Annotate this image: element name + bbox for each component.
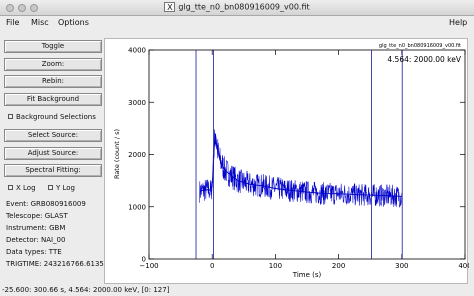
checkbox-icon	[8, 185, 13, 190]
toggle-button[interactable]: Toggle	[4, 40, 102, 53]
rebin-button[interactable]: Rebin:	[4, 75, 102, 88]
checkbox-icon	[48, 185, 53, 190]
trigtime-info: TRIGTIME: 243216766.61354	[6, 260, 109, 268]
telescope-info: Telescope: GLAST	[6, 212, 68, 220]
menu-misc[interactable]: Misc	[31, 18, 49, 27]
detector-info: Detector: NAI_00	[6, 236, 66, 244]
x-log-toggle[interactable]: X Log	[8, 183, 36, 193]
menu-options[interactable]: Options	[58, 18, 89, 27]
y-axis-label: Rate (count / s)	[113, 129, 121, 179]
x-tick-label: 200	[332, 262, 345, 270]
fit-background-button[interactable]: Fit Background	[4, 93, 102, 106]
light-curve-chart[interactable]: 01000200030004000 −1000100200300400 glg_…	[105, 39, 472, 285]
x-tick-label: 100	[269, 262, 282, 270]
x-tick-label: −100	[139, 262, 158, 270]
select-source-button[interactable]: Select Source:	[4, 129, 102, 142]
x-log-label: X Log	[16, 184, 36, 192]
event-info: Event: GRB080916009	[6, 200, 86, 208]
menu-help[interactable]: Help	[449, 18, 467, 27]
status-line: -25.600: 300.66 s, 4.564: 2000.00 keV, […	[2, 286, 170, 294]
menu-bar: File Misc Options Help	[0, 16, 474, 30]
x-axis-label: Time (s)	[292, 271, 322, 279]
checkbox-icon	[8, 114, 13, 119]
control-panel: Toggle Zoom: Rebin: Fit Background Backg…	[4, 35, 108, 285]
spectral-fitting-button[interactable]: Spectral Fitting:	[4, 164, 102, 177]
y-log-toggle[interactable]: Y Log	[48, 183, 75, 193]
x-tick-label: 0	[210, 262, 214, 270]
adjust-source-button[interactable]: Adjust Source:	[4, 147, 102, 160]
energy-range-annotation: 4.564: 2000.00 keV	[387, 55, 461, 64]
y-tick-label: 3000	[128, 99, 146, 107]
background-selections-toggle[interactable]: Background Selections	[8, 112, 96, 122]
data-types-info: Data types: TTE	[6, 248, 62, 256]
y-tick-label: 4000	[128, 47, 146, 55]
window-title: glg_tte_n0_bn080916009_v00.fit	[178, 2, 310, 12]
x-tick-label: 300	[395, 262, 408, 270]
background-selections-label: Background Selections	[16, 113, 96, 121]
instrument-info: Instrument: GBM	[6, 224, 66, 232]
plot-file-label: glg_tte_n0_bn080916009_v00.fit	[379, 43, 461, 49]
y-tick-label: 2000	[128, 151, 146, 159]
plot-area[interactable]: 01000200030004000 −1000100200300400 glg_…	[104, 38, 472, 285]
y-tick-label: 1000	[128, 203, 146, 211]
zoom-button[interactable]: Zoom:	[4, 58, 102, 71]
title-bar: Xglg_tte_n0_bn080916009_v00.fit	[0, 0, 474, 16]
menu-file[interactable]: File	[6, 18, 19, 27]
y-log-label: Y Log	[56, 184, 76, 192]
x-tick-label: 400	[458, 262, 469, 270]
x-window-icon: X	[164, 2, 176, 12]
